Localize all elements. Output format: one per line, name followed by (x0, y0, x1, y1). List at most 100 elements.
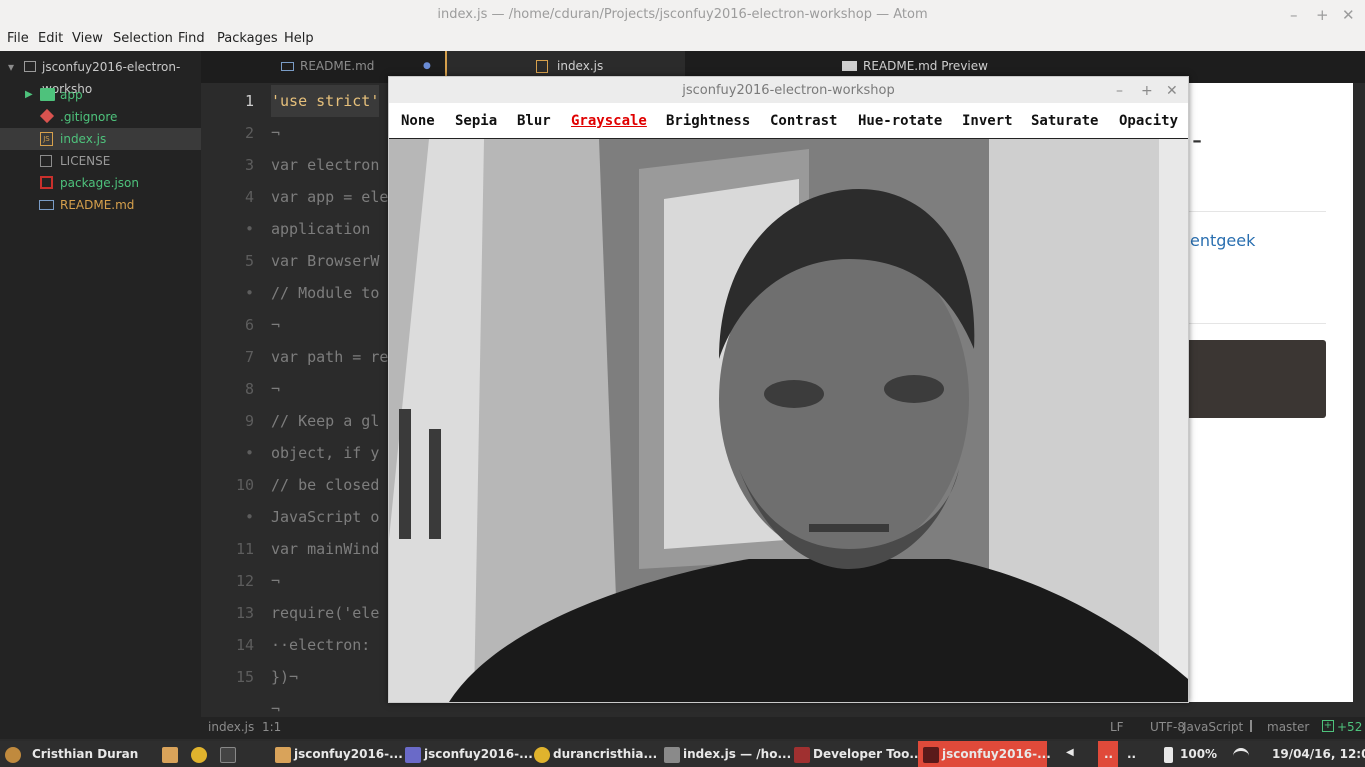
taskbar-nav-left[interactable]: ◀ (1066, 747, 1074, 758)
tree-item-app[interactable]: ▶ app (0, 84, 201, 106)
code-line[interactable]: var BrowserW (271, 245, 379, 277)
code-line[interactable]: // Module to (271, 277, 379, 309)
code-line[interactable]: var app = ele (271, 181, 388, 213)
chrome-icon[interactable] (191, 747, 207, 763)
battery-icon[interactable] (1164, 747, 1173, 763)
line-number: 8 (244, 380, 254, 398)
filter-none[interactable]: None (401, 113, 435, 129)
tree-item-license[interactable]: LICENSE (0, 150, 201, 172)
preview-heading-fragment: - (1192, 123, 1203, 156)
git-branch-icon (1250, 720, 1258, 732)
maximize-icon[interactable]: + (1141, 77, 1153, 105)
filter-invert[interactable]: Invert (962, 113, 1013, 129)
git-diff-icon: + (1322, 720, 1334, 732)
markdown-icon (842, 61, 857, 71)
taskbar-overflow-active[interactable]: .. (1098, 741, 1118, 767)
status-file[interactable]: index.js (208, 720, 254, 734)
chevron-right-icon: ▶ (25, 89, 33, 100)
book-icon (281, 62, 294, 71)
taskbar-item: jsconfuy2016-... (942, 747, 1051, 761)
code-line[interactable]: ¬ (271, 117, 280, 149)
code-line[interactable]: })¬ (271, 661, 298, 693)
close-icon[interactable]: ✕ (1342, 0, 1355, 30)
filter-contrast[interactable]: Contrast (770, 113, 837, 129)
code-line[interactable]: require('ele (271, 597, 379, 629)
code-line[interactable]: 'use strict' (271, 85, 380, 117)
line-number: 5 (244, 252, 254, 270)
close-icon[interactable]: ✕ (1166, 77, 1178, 105)
folder-icon (40, 88, 55, 101)
preview-divider (1188, 323, 1326, 324)
line-number: 4 (244, 188, 254, 206)
taskbar-item-active[interactable]: jsconfuy2016-... (918, 741, 1051, 767)
status-eol[interactable]: LF (1110, 720, 1124, 734)
line-number: 13 (235, 604, 254, 622)
taskbar-item[interactable]: index.js — /ho... (683, 747, 791, 761)
tree-item-gitignore[interactable]: .gitignore (0, 106, 201, 128)
editor-code[interactable]: 'use strict' ¬ var electron var app = ele ap… (261, 83, 391, 719)
clock[interactable]: 19/04/16, 12:08 (1272, 747, 1365, 761)
taskbar-overflow[interactable]: .. (1127, 747, 1136, 761)
code-line[interactable]: var electron (271, 149, 379, 181)
menu-selection[interactable]: Selection (113, 31, 173, 46)
status-grammar[interactable]: JavaScript (1183, 720, 1243, 734)
filter-opacity[interactable]: Opacity (1119, 113, 1178, 129)
line-number: • (244, 508, 254, 526)
taskbar-item[interactable]: durancristhia... (553, 747, 657, 761)
filter-hue-rotate[interactable]: Hue-rotate (858, 113, 942, 129)
devtools-icon (794, 747, 810, 763)
status-branch[interactable]: master (1267, 720, 1309, 734)
maximize-icon[interactable]: + (1316, 0, 1329, 30)
menu-find[interactable]: Find (178, 31, 205, 46)
code-line[interactable]: ¬ (271, 309, 280, 341)
tree-item-index-js[interactable]: JS index.js (0, 128, 201, 150)
code-line[interactable]: ¬ (271, 373, 280, 405)
code-line[interactable]: object, if y (271, 437, 379, 469)
filter-blur[interactable]: Blur (517, 113, 551, 129)
code-line[interactable]: // Keep a gl (271, 405, 379, 437)
status-git-diff[interactable]: +52 (1337, 720, 1362, 734)
taskbar-item[interactable]: jsconfuy2016-... (424, 747, 533, 761)
files-icon[interactable] (162, 747, 178, 763)
taskbar-overflow-label: .. (1104, 747, 1114, 761)
line-number: 7 (244, 348, 254, 366)
status-cursor[interactable]: 1:1 (262, 720, 281, 734)
code-line[interactable]: application (271, 213, 370, 245)
tree-item-label: README.md (60, 198, 135, 212)
menu-packages[interactable]: Packages (217, 31, 278, 46)
filter-grayscale[interactable]: Grayscale (571, 113, 647, 129)
code-line[interactable]: ¬ (271, 693, 280, 719)
minimize-icon[interactable]: – (1290, 0, 1298, 30)
filter-brightness[interactable]: Brightness (666, 113, 750, 129)
filter-sepia[interactable]: Sepia (455, 113, 497, 129)
taskbar-user[interactable]: Cristhian Duran (32, 747, 138, 761)
chevron-down-icon: ▾ (8, 60, 15, 74)
status-encoding[interactable]: UTF-8 (1150, 720, 1185, 734)
code-line[interactable]: var path = re (271, 341, 388, 373)
preview-link-fragment[interactable]: entgeek (1190, 231, 1255, 250)
code-line[interactable]: ¬ (271, 565, 280, 597)
menu-file[interactable]: File (7, 31, 29, 46)
taskbar-item[interactable]: jsconfuy2016-... (294, 747, 403, 761)
line-number: 2 (244, 124, 254, 142)
tree-item-package-json[interactable]: package.json (0, 172, 201, 194)
taskbar-item[interactable]: Developer Too... (813, 747, 923, 761)
code-line[interactable]: // be closed (271, 469, 379, 501)
line-number: 12 (235, 572, 254, 590)
filter-saturate[interactable]: Saturate (1031, 113, 1098, 129)
menu-edit[interactable]: Edit (38, 31, 63, 46)
code-line[interactable]: var mainWind (271, 533, 379, 565)
line-number: • (244, 220, 254, 238)
wifi-icon[interactable] (1233, 748, 1249, 760)
code-line[interactable]: ··electron: (271, 629, 379, 661)
terminal-icon[interactable] (220, 747, 236, 763)
minimize-icon[interactable]: – (1116, 77, 1123, 105)
tree-root[interactable]: ▾ jsconfuy2016-electron-worksho (0, 56, 201, 96)
tree-item-readme[interactable]: README.md (0, 194, 201, 216)
code-line[interactable]: JavaScript o (271, 501, 379, 533)
menu-view[interactable]: View (72, 31, 103, 46)
book-icon (39, 200, 54, 210)
tree-view: ▾ jsconfuy2016-electron-worksho ▶ app .g… (0, 51, 201, 739)
line-number: 9 (244, 412, 254, 430)
menu-help[interactable]: Help (284, 31, 314, 46)
